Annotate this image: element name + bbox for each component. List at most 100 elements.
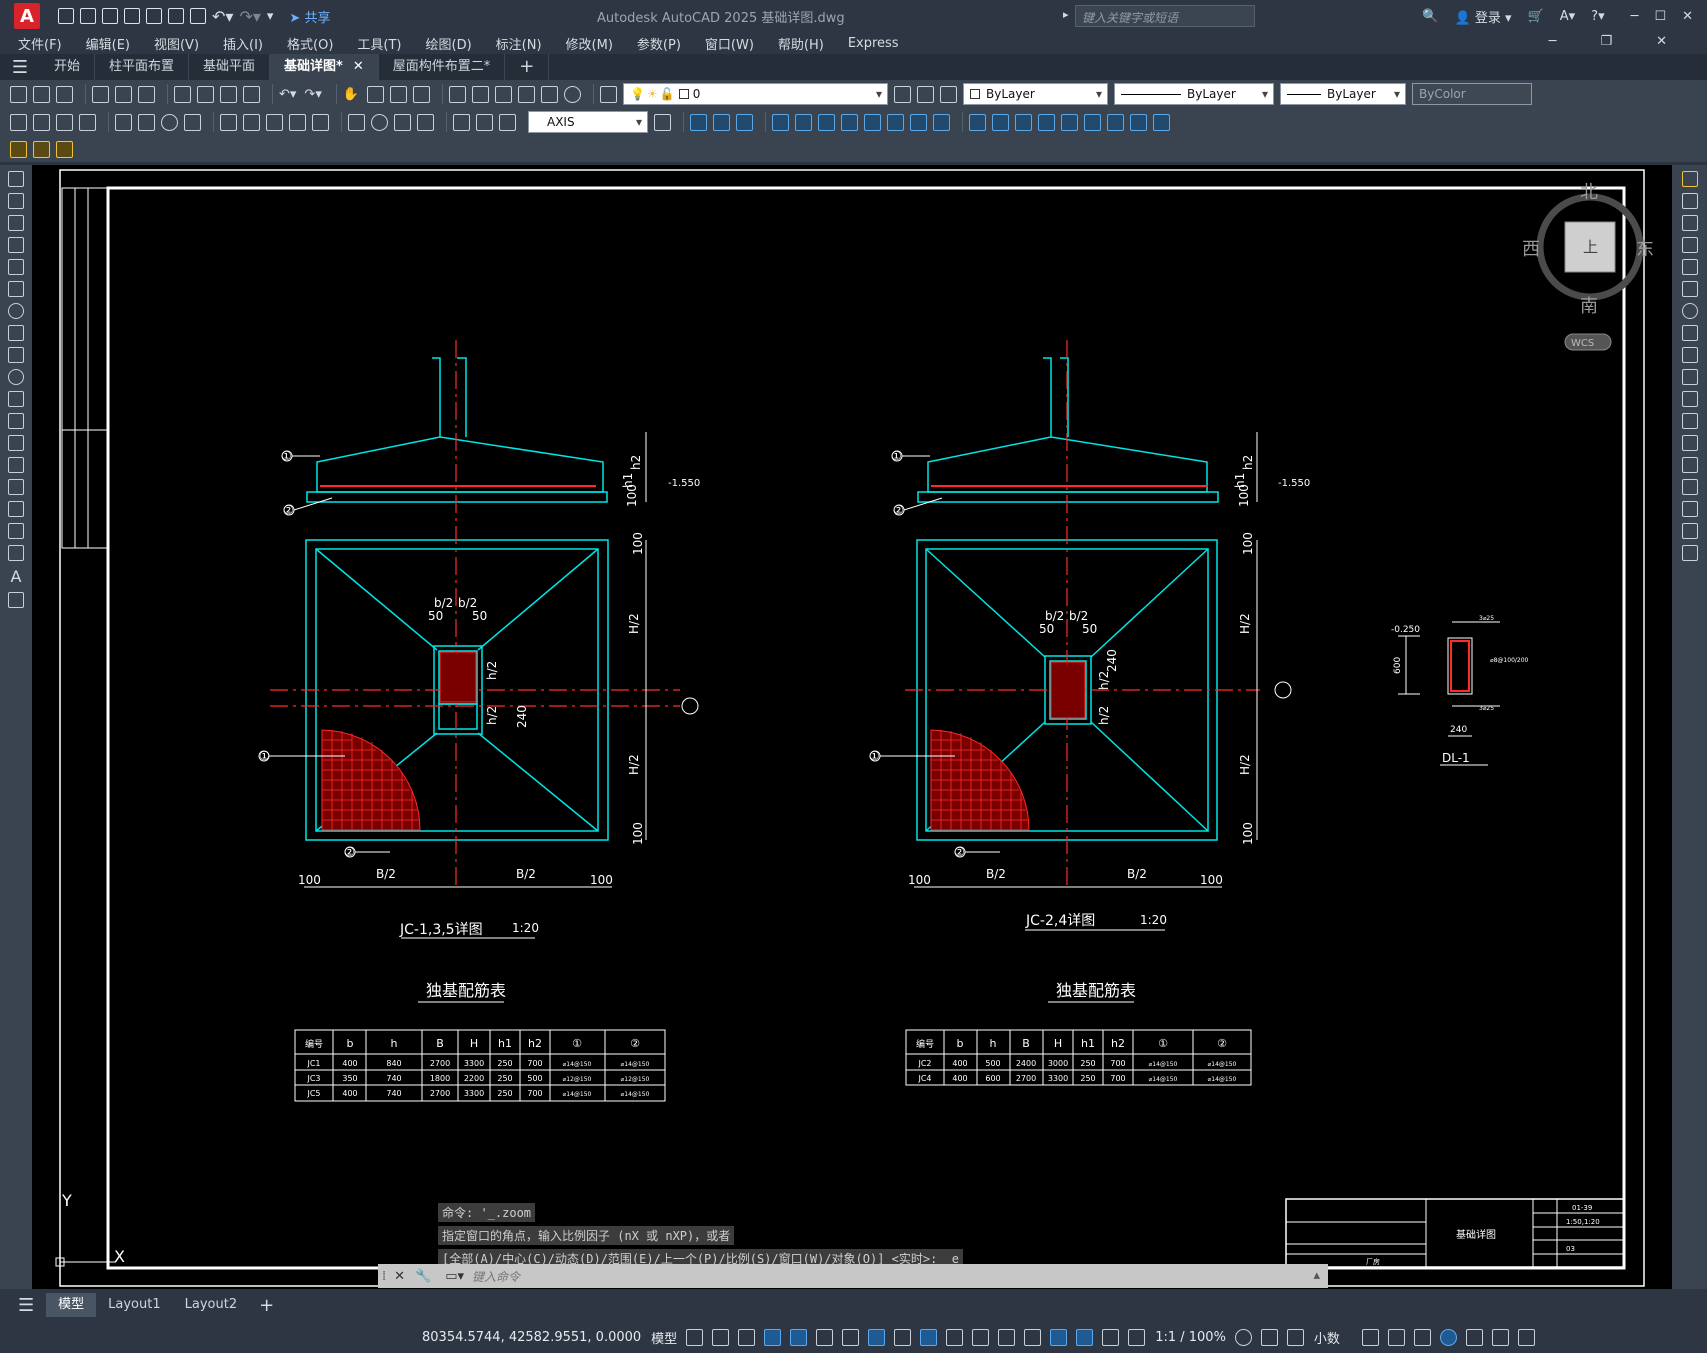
center-mark-icon[interactable] — [371, 113, 388, 131]
lineweight-dropdown[interactable]: ByLayer — [1280, 83, 1407, 105]
slice-icon[interactable] — [1061, 113, 1078, 131]
paste-icon[interactable] — [220, 85, 237, 103]
break-icon[interactable] — [1681, 435, 1698, 451]
plot-preview-icon[interactable] — [115, 85, 132, 103]
mirror-icon[interactable] — [1681, 215, 1698, 231]
chamfer-icon[interactable] — [1681, 479, 1698, 495]
save-as-icon[interactable] — [124, 8, 140, 24]
tab-model[interactable]: 模型 — [46, 1293, 97, 1317]
cart-icon[interactable]: 🛒 — [1528, 9, 1544, 24]
jogged-linear-icon[interactable] — [417, 113, 434, 131]
aligned-dim-icon[interactable] — [33, 113, 50, 131]
edit-block-icon[interactable] — [33, 140, 50, 158]
dim-space-icon[interactable] — [289, 113, 306, 131]
menu-modify[interactable]: 修改(M) — [566, 34, 613, 53]
circle-icon[interactable] — [8, 303, 24, 319]
isodraft-icon[interactable] — [816, 1328, 834, 1346]
autocad-logo[interactable]: A — [14, 3, 40, 29]
dimstyle-manager-icon[interactable] — [654, 113, 671, 131]
coordinates-readout[interactable]: 80354.5744, 42582.9551, 0.0000 — [422, 1330, 641, 1345]
rectangle-icon[interactable] — [8, 259, 24, 275]
polyline-icon[interactable] — [8, 215, 24, 231]
menu-format[interactable]: 格式(O) — [287, 34, 333, 53]
continue-dim-icon[interactable] — [266, 113, 283, 131]
layer-dropdown[interactable]: 💡 ☀ 🔓 0 — [623, 83, 889, 105]
baseline-dim-icon[interactable] — [243, 113, 260, 131]
make-current-layer-icon[interactable] — [894, 85, 912, 103]
3d-box-icon[interactable] — [690, 113, 707, 131]
login-button[interactable]: 👤 登录 ▾ — [1455, 7, 1512, 26]
ortho-icon[interactable] — [764, 1328, 782, 1346]
arc-icon[interactable] — [8, 281, 24, 297]
isolate-objects-icon[interactable] — [1413, 1328, 1431, 1346]
extend-icon[interactable] — [1681, 391, 1698, 407]
redo-icon[interactable]: ↷▾ — [239, 7, 260, 26]
close-tab-icon[interactable]: ✕ — [353, 59, 364, 74]
grid-icon[interactable] — [686, 1328, 704, 1346]
annotation-monitor-icon[interactable] — [1260, 1328, 1278, 1346]
layer-on-icon[interactable]: 💡 — [630, 87, 645, 101]
3d-osnap-icon[interactable] — [972, 1328, 990, 1346]
menu-window[interactable]: 窗口(W) — [705, 34, 754, 53]
minimize-button[interactable]: ─ — [1631, 9, 1639, 24]
selection-cycling-icon[interactable] — [946, 1328, 964, 1346]
zoom-previous-icon[interactable] — [413, 85, 431, 103]
grip-icon[interactable]: ⁞ — [382, 1269, 386, 1284]
publish-icon[interactable] — [138, 85, 155, 103]
presspull-icon[interactable] — [795, 113, 812, 131]
workspace-gear-icon[interactable] — [1234, 1328, 1252, 1346]
fullscreen-icon[interactable] — [1517, 1328, 1535, 1346]
graphics-performance-icon[interactable] — [1439, 1328, 1457, 1346]
menu-help[interactable]: 帮助(H) — [778, 34, 824, 53]
quick-properties-icon[interactable] — [1361, 1328, 1379, 1346]
loft-icon[interactable] — [864, 113, 881, 131]
open-icon[interactable] — [80, 8, 96, 24]
3d-rotate-icon[interactable] — [992, 113, 1009, 131]
gradient-icon[interactable] — [8, 501, 24, 517]
search-expand-icon[interactable]: ▸ — [1063, 8, 1069, 21]
tool-palettes-icon[interactable] — [495, 85, 513, 103]
model-space-button[interactable]: 模型 — [651, 1328, 677, 1347]
polygon-icon[interactable] — [8, 237, 24, 253]
menu-view[interactable]: 视图(V) — [154, 34, 199, 53]
hamburger-menu-icon[interactable]: ☰ — [0, 57, 40, 78]
radius-dim-icon[interactable] — [115, 113, 132, 131]
annotation-visibility-icon[interactable] — [1076, 1328, 1094, 1346]
customize-cmd-icon[interactable]: 🔧 — [415, 1269, 431, 1284]
jogged-dim-icon[interactable] — [138, 113, 155, 131]
erase-icon[interactable] — [1681, 171, 1698, 187]
auto-scale-icon[interactable] — [1102, 1328, 1120, 1346]
print-icon[interactable] — [190, 8, 206, 24]
sheet-set-icon[interactable] — [146, 8, 162, 24]
cut-icon[interactable] — [174, 85, 191, 103]
layer-state-icon[interactable] — [940, 85, 958, 103]
doc-close-button[interactable]: ✕ — [1656, 34, 1667, 49]
search-icon[interactable]: 🔍 — [1422, 9, 1438, 24]
trim-icon[interactable] — [1681, 369, 1698, 385]
diameter-dim-icon[interactable] — [161, 113, 178, 131]
join-icon[interactable] — [1681, 457, 1698, 473]
object-snap-icon[interactable] — [868, 1328, 886, 1346]
save-icon[interactable] — [102, 8, 118, 24]
publish-icon[interactable] — [168, 8, 184, 24]
tab-roof-layout[interactable]: 屋面构件布置二* — [379, 54, 506, 80]
save-icon[interactable] — [56, 85, 73, 103]
3d-cone-icon[interactable] — [736, 113, 753, 131]
add-selected-icon[interactable] — [8, 592, 24, 608]
share-button[interactable]: ➤ 共享 — [289, 7, 330, 26]
menu-parametric[interactable]: 参数(P) — [637, 34, 681, 53]
command-input[interactable]: 键入命令 — [472, 1268, 520, 1285]
new-tab-button[interactable]: + — [505, 54, 550, 80]
redo-icon[interactable]: ↷▾ — [304, 87, 321, 102]
doc-minimize-button[interactable]: ─ — [1549, 34, 1557, 49]
point-icon[interactable] — [8, 457, 24, 473]
layout-menu-icon[interactable]: ☰ — [18, 1295, 34, 1316]
region-icon[interactable] — [8, 523, 24, 539]
transparency-icon[interactable] — [920, 1328, 938, 1346]
rotate-icon[interactable] — [1681, 303, 1698, 319]
linear-dim-icon[interactable] — [10, 113, 27, 131]
dimstyle-dropdown[interactable]: AXIS — [528, 111, 648, 133]
gizmo-icon[interactable] — [1050, 1328, 1068, 1346]
arc-length-icon[interactable] — [56, 113, 73, 131]
layer-lock-icon[interactable]: 🔓 — [660, 87, 675, 101]
